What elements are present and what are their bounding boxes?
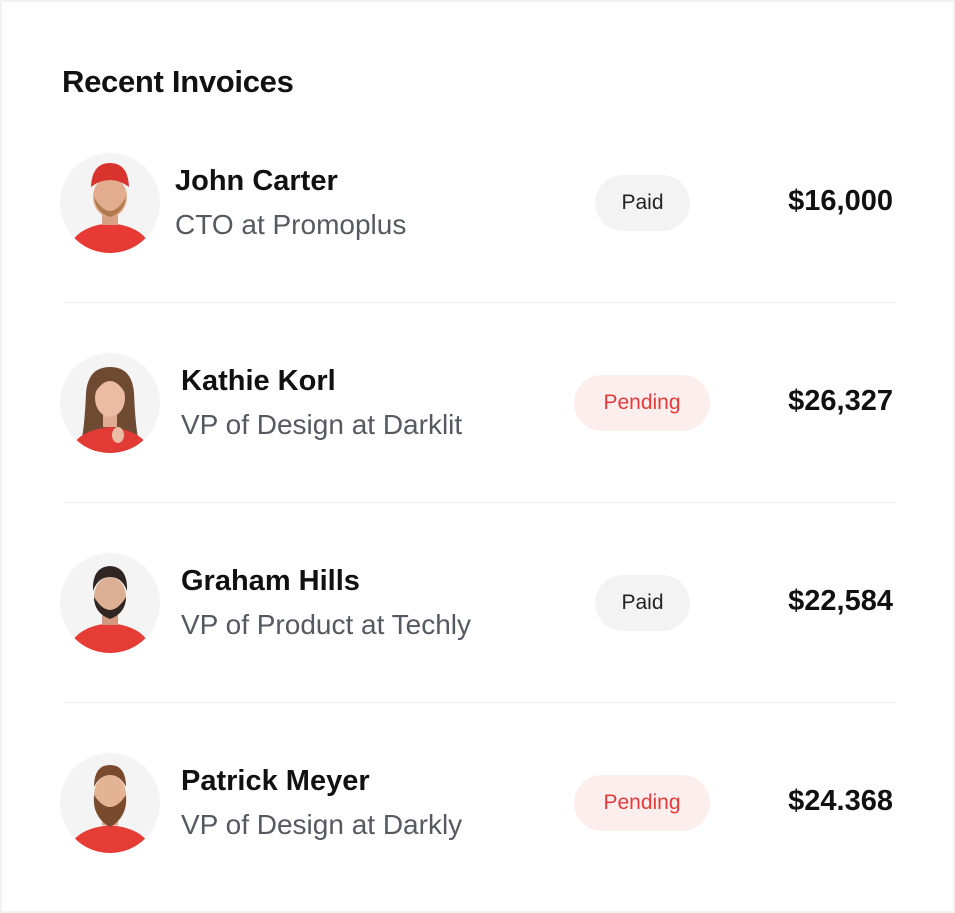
status-badge: Pending (574, 375, 710, 431)
invoice-row[interactable]: Patrick Meyer VP of Design at Darkly Pen… (2, 753, 953, 853)
avatar (60, 153, 160, 253)
client-role: VP of Product at Techly (181, 609, 472, 640)
recent-invoices-card: Recent Invoices John Carter CTO at Promo… (2, 2, 953, 911)
person-avatar-icon (70, 367, 150, 453)
invoice-row[interactable]: Kathie Korl VP of Design at Darklit Pend… (2, 353, 953, 453)
client-role: CTO at Promoplus (175, 209, 407, 240)
invoice-amount: $26,327 (788, 385, 893, 417)
status-badge: Paid (595, 175, 690, 231)
invoice-row[interactable]: Graham Hills VP of Product at Techly Pai… (2, 553, 953, 653)
status-badge: Pending (574, 775, 710, 831)
client-name: John Carter (175, 165, 338, 197)
client-name: Graham Hills (181, 565, 360, 597)
client-name: Patrick Meyer (181, 765, 370, 797)
invoice-row[interactable]: John Carter CTO at Promoplus Paid $16,00… (2, 153, 953, 253)
invoice-amount: $24.368 (788, 785, 893, 817)
status-badge: Paid (595, 575, 690, 631)
client-role: VP of Design at Darklit (181, 409, 463, 440)
invoice-amount: $22,584 (788, 585, 893, 617)
invoice-amount: $16,000 (788, 185, 893, 217)
avatar (60, 553, 160, 653)
client-role: VP of Design at Darkly (181, 809, 463, 840)
row-divider (64, 702, 896, 703)
row-divider (64, 502, 896, 503)
client-name: Kathie Korl (181, 365, 336, 397)
avatar (60, 353, 160, 453)
avatar (60, 753, 160, 853)
person-avatar-icon (68, 163, 152, 253)
row-divider (64, 302, 896, 303)
card-title: Recent Invoices (62, 64, 294, 99)
person-avatar-icon (68, 765, 152, 853)
person-avatar-icon (68, 566, 152, 653)
